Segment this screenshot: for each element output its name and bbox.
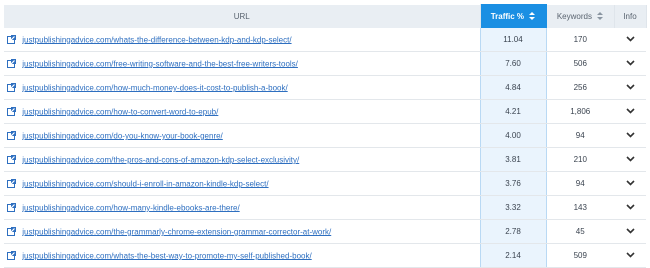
table-row: justpublishingadvice.com/whats-the-best-…	[4, 243, 646, 268]
info-cell	[614, 219, 646, 244]
table-row: justpublishingadvice.com/how-many-kindle…	[4, 195, 646, 220]
url-cell: justpublishingadvice.com/whats-the-diffe…	[4, 27, 480, 52]
chevron-down-icon[interactable]	[625, 180, 635, 186]
traffic-cell: 4.21	[479, 99, 547, 124]
column-header-keywords-label: Keywords	[556, 11, 592, 21]
page-url-link[interactable]: justpublishingadvice.com/how-many-kindle…	[22, 203, 239, 212]
column-header-keywords[interactable]: Keywords	[546, 4, 615, 28]
page-url-link[interactable]: justpublishingadvice.com/whats-the-diffe…	[22, 35, 291, 44]
info-cell	[614, 51, 646, 76]
info-cell	[614, 147, 646, 172]
traffic-cell: 7.60	[479, 51, 547, 76]
chevron-down-icon[interactable]	[625, 60, 635, 66]
chevron-down-icon[interactable]	[625, 252, 635, 258]
chevron-down-icon[interactable]	[625, 36, 635, 42]
url-cell: justpublishingadvice.com/do-you-know-you…	[4, 123, 480, 148]
keywords-cell: 45	[546, 219, 614, 244]
info-cell	[614, 99, 646, 124]
traffic-cell: 3.76	[479, 171, 547, 196]
url-cell: justpublishingadvice.com/free-writing-so…	[4, 51, 480, 76]
traffic-cell: 4.84	[479, 75, 547, 100]
table-row: justpublishingadvice.com/the-pros-and-co…	[4, 147, 646, 172]
table-row: justpublishingadvice.com/the-grammarly-c…	[4, 219, 646, 244]
page-url-link[interactable]: justpublishingadvice.com/the-pros-and-co…	[22, 155, 299, 164]
chevron-down-icon[interactable]	[625, 108, 635, 114]
traffic-cell: 4.00	[479, 123, 547, 148]
url-cell: justpublishingadvice.com/how-many-kindle…	[4, 195, 480, 220]
column-header-url-label: URL	[233, 11, 250, 21]
table-row: justpublishingadvice.com/do-you-know-you…	[4, 123, 646, 148]
keywords-cell: 143	[546, 195, 614, 220]
column-header-traffic-label: Traffic %	[490, 11, 525, 21]
keywords-cell: 94	[546, 123, 614, 148]
info-cell	[614, 195, 646, 220]
traffic-cell: 2.14	[479, 243, 547, 268]
table-row: justpublishingadvice.com/whats-the-diffe…	[4, 27, 646, 52]
table-row: justpublishingadvice.com/how-much-money-…	[4, 75, 646, 100]
keywords-cell: 1,806	[546, 99, 614, 124]
url-cell: justpublishingadvice.com/the-pros-and-co…	[4, 147, 480, 172]
table-row: justpublishingadvice.com/how-to-convert-…	[4, 99, 646, 124]
url-cell: justpublishingadvice.com/the-grammarly-c…	[4, 219, 480, 244]
sort-icon[interactable]	[529, 12, 536, 21]
info-cell	[614, 171, 646, 196]
info-cell	[614, 27, 646, 52]
keywords-cell: 256	[546, 75, 614, 100]
traffic-cell: 2.78	[479, 219, 547, 244]
page-url-link[interactable]: justpublishingadvice.com/how-to-convert-…	[22, 107, 218, 116]
url-cell: justpublishingadvice.com/how-to-convert-…	[4, 99, 480, 124]
external-link-icon[interactable]	[7, 59, 16, 69]
top-pages-table: URL Traffic % Keywords Info justpublishi…	[4, 4, 647, 268]
chevron-down-icon[interactable]	[625, 156, 635, 162]
page-url-link[interactable]: justpublishingadvice.com/should-i-enroll…	[22, 179, 268, 188]
url-cell: justpublishingadvice.com/should-i-enroll…	[4, 171, 480, 196]
column-header-traffic[interactable]: Traffic %	[479, 4, 547, 28]
page-url-link[interactable]: justpublishingadvice.com/the-grammarly-c…	[22, 227, 331, 236]
external-link-icon[interactable]	[7, 251, 16, 261]
chevron-down-icon[interactable]	[625, 228, 635, 234]
external-link-icon[interactable]	[7, 131, 16, 141]
keywords-cell: 94	[546, 171, 614, 196]
external-link-icon[interactable]	[7, 203, 16, 213]
column-header-url[interactable]: URL	[4, 4, 481, 28]
traffic-cell: 11.04	[479, 27, 547, 52]
url-table-widget: URL Traffic % Keywords Info justpublishi…	[0, 0, 650, 268]
chevron-down-icon[interactable]	[625, 84, 635, 90]
keywords-cell: 506	[546, 51, 614, 76]
url-cell: justpublishingadvice.com/how-much-money-…	[4, 75, 480, 100]
external-link-icon[interactable]	[7, 34, 16, 44]
page-url-link[interactable]: justpublishingadvice.com/do-you-know-you…	[22, 131, 223, 140]
keywords-cell: 170	[546, 27, 614, 52]
external-link-icon[interactable]	[7, 83, 16, 93]
table-row: justpublishingadvice.com/should-i-enroll…	[4, 171, 646, 196]
page-url-link[interactable]: justpublishingadvice.com/how-much-money-…	[22, 83, 287, 92]
table-header-row: URL Traffic % Keywords Info	[4, 4, 647, 28]
chevron-down-icon[interactable]	[625, 204, 635, 210]
external-link-icon[interactable]	[7, 227, 16, 237]
info-cell	[614, 123, 646, 148]
table-row: justpublishingadvice.com/free-writing-so…	[4, 51, 646, 76]
page-url-link[interactable]: justpublishingadvice.com/free-writing-so…	[22, 59, 298, 68]
sort-icon[interactable]	[597, 12, 604, 21]
page-url-link[interactable]: justpublishingadvice.com/whats-the-best-…	[22, 251, 311, 260]
traffic-cell: 3.81	[479, 147, 547, 172]
external-link-icon[interactable]	[7, 155, 16, 165]
keywords-cell: 509	[546, 243, 614, 268]
url-cell: justpublishingadvice.com/whats-the-best-…	[4, 243, 480, 268]
column-header-info: Info	[614, 4, 647, 28]
traffic-cell: 3.32	[479, 195, 547, 220]
info-cell	[614, 243, 646, 268]
external-link-icon[interactable]	[7, 107, 16, 117]
keywords-cell: 210	[546, 147, 614, 172]
column-header-info-label: Info	[623, 11, 637, 21]
info-cell	[614, 75, 646, 100]
external-link-icon[interactable]	[7, 179, 16, 189]
chevron-down-icon[interactable]	[625, 132, 635, 138]
